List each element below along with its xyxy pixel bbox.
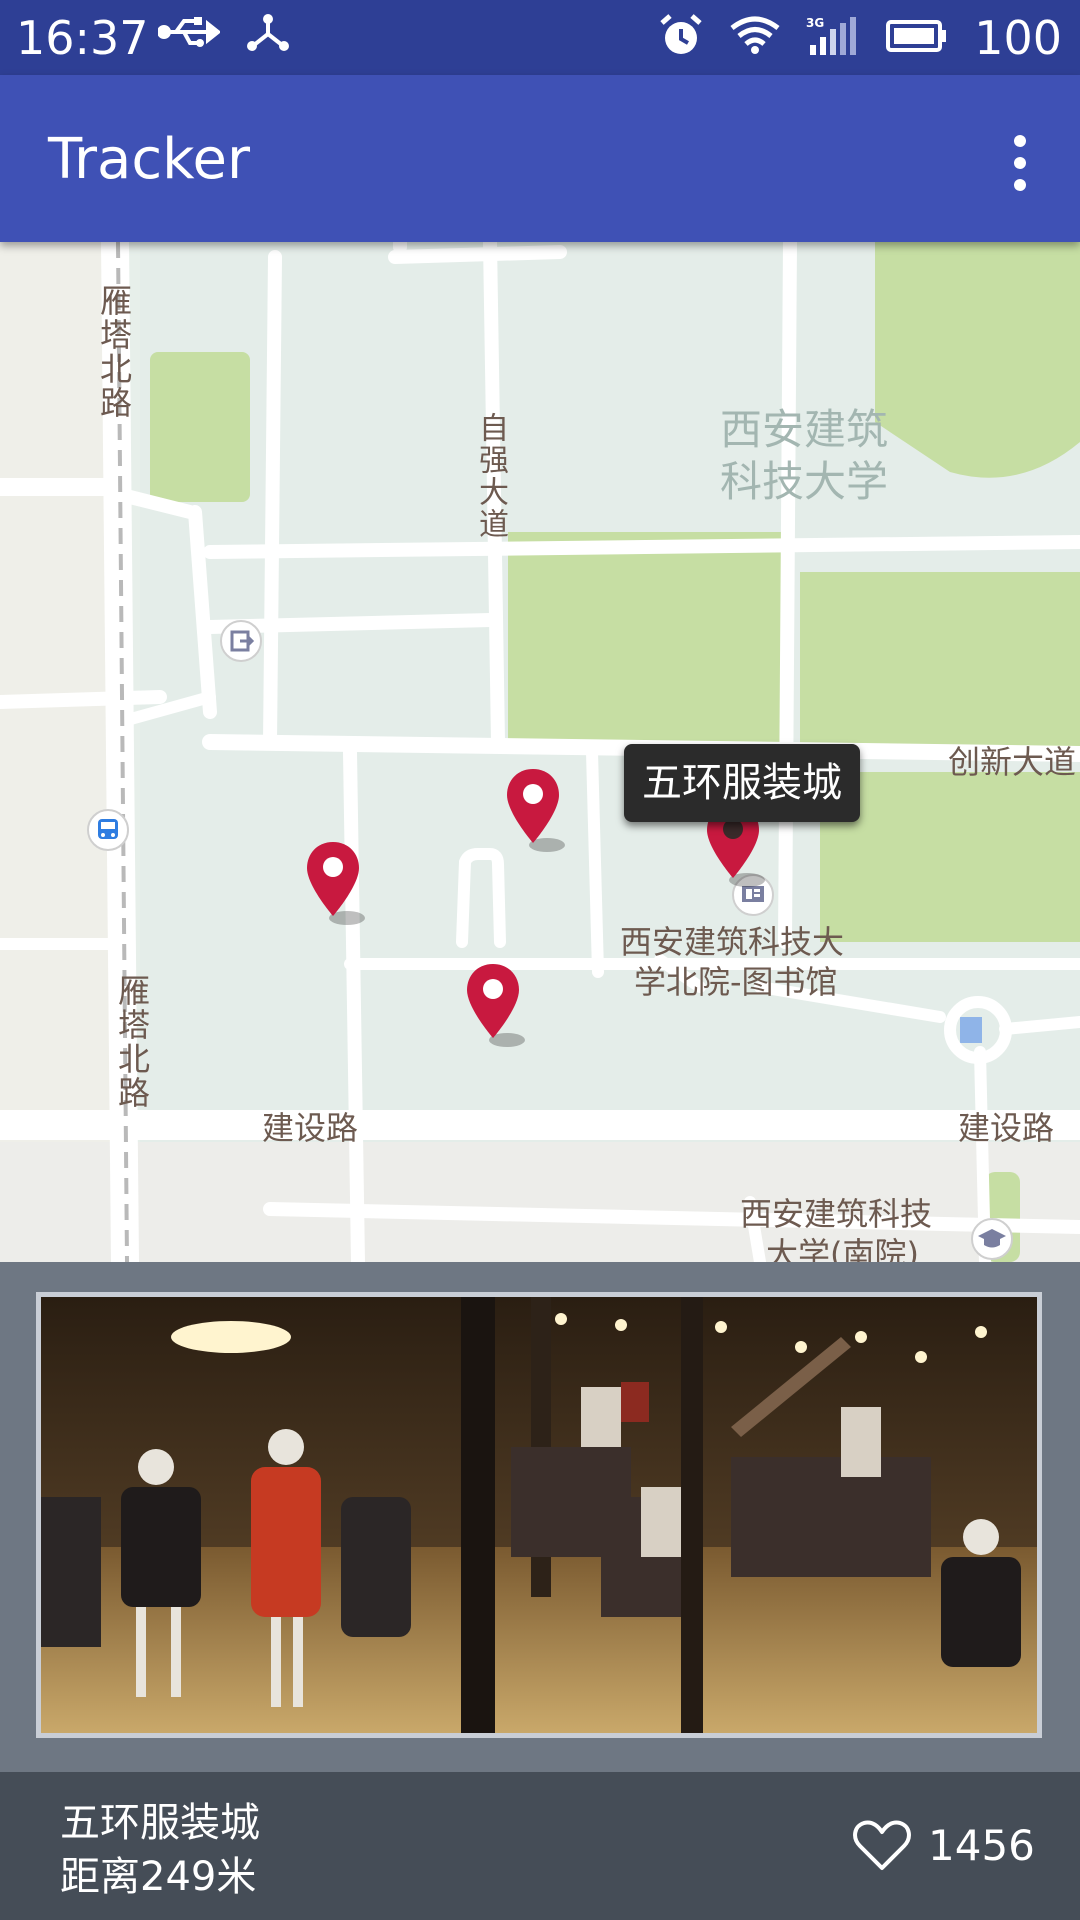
like-count: 1456 bbox=[928, 1821, 1035, 1870]
map-pin-marker[interactable] bbox=[465, 962, 525, 1052]
app-title: Tracker bbox=[48, 127, 251, 192]
map-pin-marker[interactable] bbox=[505, 767, 565, 857]
map-pin-marker[interactable] bbox=[305, 840, 365, 930]
exit-icon[interactable] bbox=[220, 620, 262, 662]
map-label-jianshe-right: 建设路 bbox=[958, 1109, 1055, 1147]
svg-text:3G: 3G bbox=[806, 16, 824, 30]
map-view[interactable]: 雁塔北路 雁塔北路 自强大道 西安建筑 科技大学 创新大道 西安建筑科技大 学北… bbox=[0, 242, 1080, 1262]
map-callout[interactable]: 五环服装城 bbox=[624, 744, 860, 822]
map-label-south-campus-line1: 西安建筑科技 bbox=[740, 1195, 933, 1233]
graduation-cap-icon[interactable] bbox=[971, 1218, 1013, 1260]
heart-outline-icon[interactable] bbox=[852, 1818, 912, 1874]
map-label-campus-line1: 西安建筑 bbox=[720, 405, 889, 454]
more-vertical-icon[interactable] bbox=[1000, 133, 1040, 193]
usb-icon bbox=[157, 15, 222, 53]
map-label-jianshe-left: 建设路 bbox=[262, 1109, 359, 1147]
map-label-library-line1: 西安建筑科技大 bbox=[620, 923, 845, 961]
battery-level: 100 bbox=[974, 11, 1062, 65]
place-info-bar[interactable]: 五环服装城 距离249米 1456 bbox=[0, 1772, 1080, 1920]
place-distance: 距离249米 bbox=[60, 1854, 257, 1900]
map-label-chuangxin: 创新大道 bbox=[948, 743, 1077, 781]
map-label-library-line2: 学北院-图书馆 bbox=[634, 963, 838, 1001]
status-bar: 16:37 3G 100 bbox=[0, 0, 1080, 75]
map-label-yanta-north-top: 雁塔北路 bbox=[95, 284, 133, 420]
map-label-campus-line2: 科技大学 bbox=[720, 457, 889, 506]
map-label-south-campus-line2: 大学(南院) bbox=[766, 1235, 919, 1262]
map-base bbox=[0, 242, 1080, 1262]
signal-3g-icon: 3G bbox=[806, 15, 860, 61]
alarm-icon bbox=[658, 13, 704, 63]
share-network-icon bbox=[246, 12, 290, 56]
app-toolbar: Tracker bbox=[0, 75, 1080, 242]
place-photo[interactable] bbox=[36, 1292, 1042, 1738]
status-time: 16:37 bbox=[16, 11, 149, 65]
wifi-icon bbox=[730, 16, 780, 60]
battery-icon bbox=[886, 18, 948, 58]
place-name: 五环服装城 bbox=[60, 1800, 260, 1846]
map-label-yanta-north-bottom: 雁塔北路 bbox=[113, 974, 151, 1110]
map-label-ziqiang: 自强大道 bbox=[473, 412, 508, 540]
place-panel bbox=[0, 1262, 1080, 1772]
bus-stop-icon[interactable] bbox=[87, 809, 129, 851]
